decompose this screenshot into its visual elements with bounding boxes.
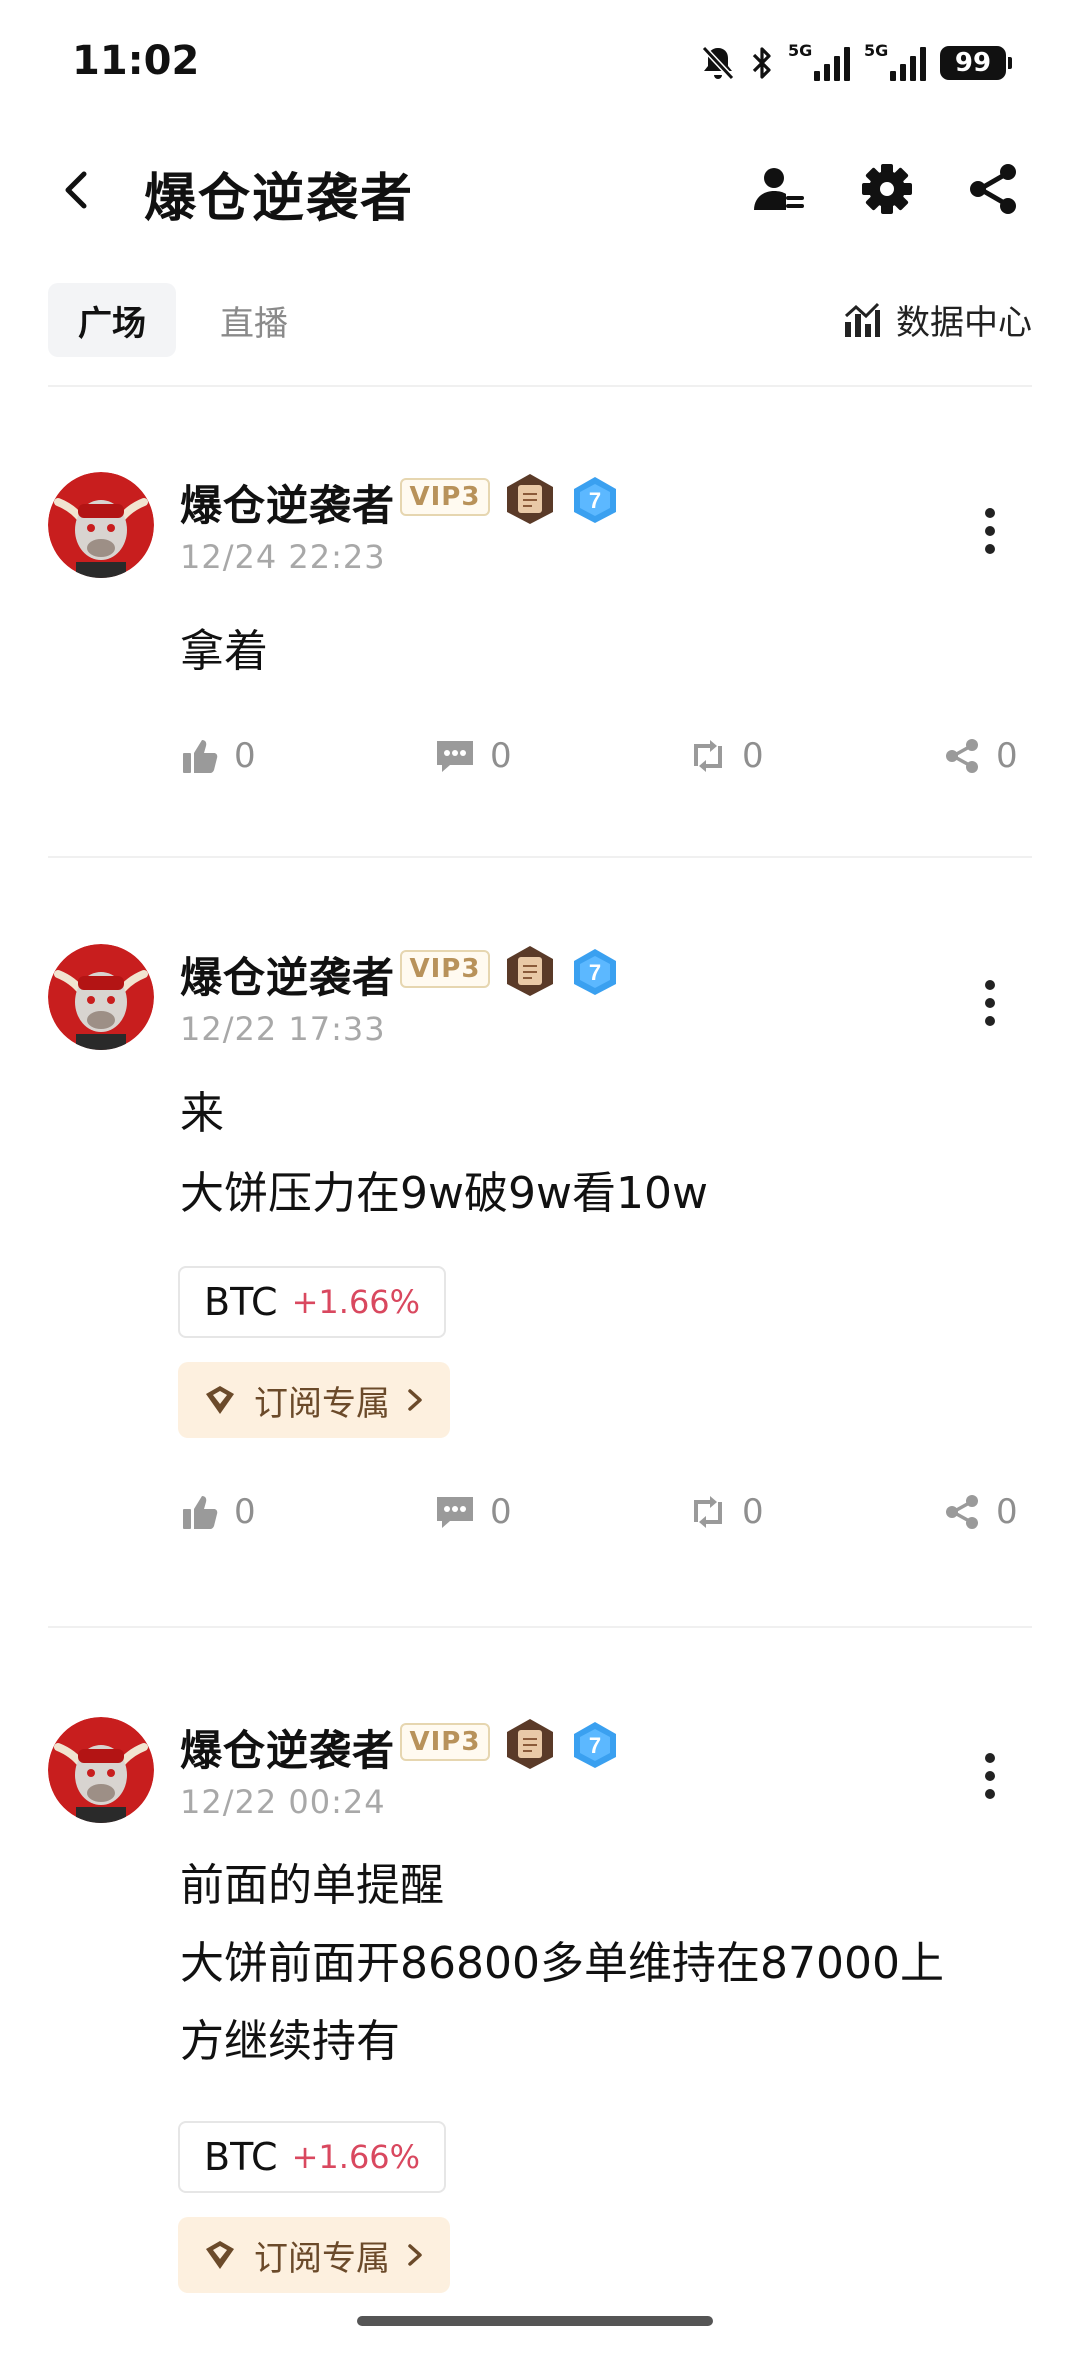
tab-live[interactable]: 直播 [190,283,318,357]
coin-tag[interactable]: BTC +1.66% [178,2121,447,2193]
post-line: 大饼压力在9w破9w看10w [180,1168,708,1219]
status-bar: 11:02 5G 5G 99 [0,0,1080,130]
level-badge: 7 [574,477,616,523]
comment-count: 0 [490,1492,512,1532]
author-name[interactable]: 爆仓逆袭者 [180,944,395,1005]
coin-tag[interactable]: BTC +1.66% [178,1266,447,1338]
repost-button[interactable]: 0 [688,736,764,776]
post-actions: 0 0 0 0 [180,1492,1032,1542]
author-name[interactable]: 爆仓逆袭者 [180,472,395,533]
post-line: 前面的单提醒 [180,1860,444,1911]
chevron-right-icon [408,1389,422,1411]
level-badge: 7 [574,949,616,995]
status-time: 11:02 [72,38,200,84]
share-icon[interactable] [962,158,1024,220]
like-button[interactable]: 0 [180,736,256,776]
more-icon[interactable] [968,502,1012,562]
scroll-badge-icon [507,474,553,524]
share-icon [946,739,978,773]
like-button[interactable]: 0 [180,1492,256,1532]
data-center-link[interactable]: 数据中心 [842,295,1032,344]
svg-text:7: 7 [589,1733,601,1758]
comment-button[interactable]: 0 [434,1492,512,1532]
thumbs-up-icon [183,740,218,773]
divider [48,856,1032,858]
post-time: 12/22 17:33 [180,1010,386,1048]
post-time: 12/22 00:24 [180,1783,386,1821]
scroll-badge-icon [507,1719,553,1769]
divider [48,385,1032,387]
post-line: 方继续持有 [180,2016,400,2067]
repost-count: 0 [742,1492,764,1532]
divider [48,1626,1032,1628]
gear-icon[interactable] [856,158,918,220]
thumbs-up-icon [183,1496,218,1529]
like-count: 0 [234,1492,256,1532]
mute-bell-icon [701,45,735,81]
post-actions: 0 0 0 0 [180,736,1032,786]
post-content[interactable]: 拿着 [180,612,1010,692]
avatar[interactable] [48,1717,154,1823]
subscribe-label: 订阅专属 [254,1383,390,1424]
signal-5g-icon: 5G [864,41,926,81]
post-time: 12/24 22:23 [180,538,386,576]
status-icons: 5G 5G 99 [700,40,1012,86]
post-line: 大饼前面开86800多单维持在87000上 [180,1938,944,1989]
repost-icon [694,740,722,772]
header: 爆仓逆袭者 [0,130,1080,250]
chart-icon [844,302,880,337]
share-icon [946,1495,978,1529]
comment-icon [437,1497,473,1528]
tab-square[interactable]: 广场 [48,283,176,357]
post-line: 拿着 [180,626,268,677]
coin-symbol: BTC [204,2135,278,2179]
battery-indicator: 99 [940,46,1012,80]
chevron-right-icon [408,2244,422,2266]
diamond-icon [206,1386,234,1414]
share-count: 0 [996,1492,1018,1532]
coin-symbol: BTC [204,1280,278,1324]
signal-5g-icon: 5G [788,41,850,81]
page-title: 爆仓逆袭者 [144,169,415,229]
share-post-button[interactable]: 0 [942,1492,1018,1532]
bluetooth-icon [752,47,771,79]
vip-badge: VIP3 [400,478,490,516]
more-icon[interactable] [968,1747,1012,1807]
comment-icon [437,741,473,772]
comment-count: 0 [490,736,512,776]
post-content[interactable]: 前面的单提醒 大饼前面开86800多单维持在87000上 方继续持有 [180,1847,1010,2081]
vip-badge: VIP3 [400,1723,490,1761]
tab-bar: 广场 直播 数据中心 [48,283,1032,359]
post-line: 来 [180,1088,224,1139]
coin-change: +1.66% [291,1283,421,1321]
subscribe-button[interactable]: 订阅专属 [178,2217,450,2293]
comment-button[interactable]: 0 [434,736,512,776]
repost-icon [694,1496,722,1528]
profile-icon[interactable] [748,158,810,220]
post-content[interactable]: 来 大饼压力在9w破9w看10w [180,1074,1010,1234]
scroll-badge-icon [507,946,553,996]
share-post-button[interactable]: 0 [942,736,1018,776]
more-icon[interactable] [968,974,1012,1034]
data-center-label: 数据中心 [896,303,1032,343]
svg-text:7: 7 [589,488,601,513]
vip-badge: VIP3 [400,950,490,988]
back-icon[interactable] [48,160,108,220]
share-count: 0 [996,736,1018,776]
avatar[interactable] [48,944,154,1050]
repost-count: 0 [742,736,764,776]
home-indicator[interactable] [357,2316,713,2326]
avatar[interactable] [48,472,154,578]
level-badge: 7 [574,1722,616,1768]
like-count: 0 [234,736,256,776]
diamond-icon [206,2241,234,2269]
svg-text:7: 7 [589,960,601,985]
subscribe-label: 订阅专属 [254,2238,390,2279]
subscribe-button[interactable]: 订阅专属 [178,1362,450,1438]
author-name[interactable]: 爆仓逆袭者 [180,1717,395,1778]
repost-button[interactable]: 0 [688,1492,764,1532]
coin-change: +1.66% [291,2138,421,2176]
